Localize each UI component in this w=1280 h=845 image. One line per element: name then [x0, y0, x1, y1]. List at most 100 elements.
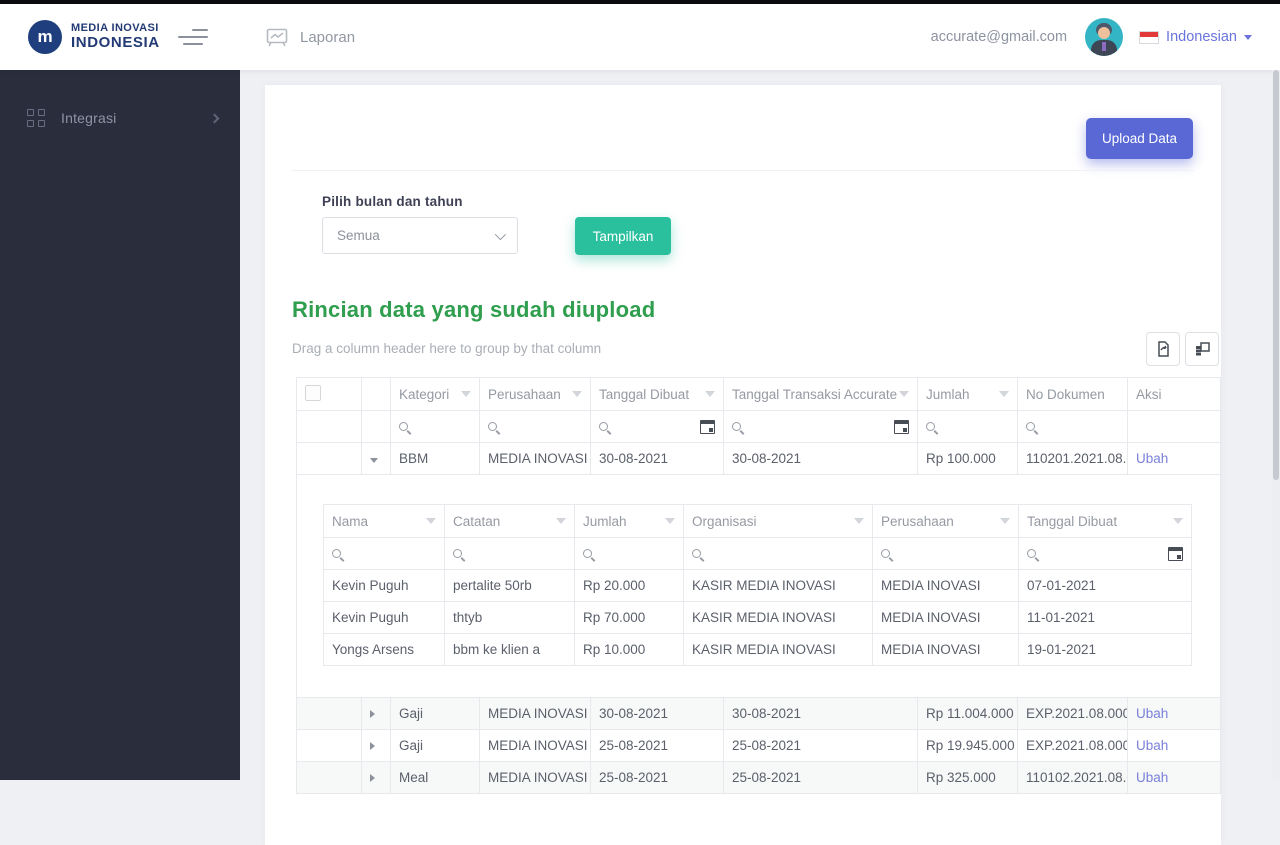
expand-row-cell[interactable] — [361, 729, 391, 762]
app-header: m MEDIA INOVASI INDONESIA Laporan accura… — [0, 4, 1280, 70]
row-select-cell[interactable] — [296, 442, 362, 475]
calendar-icon[interactable] — [894, 419, 909, 434]
col-jumlah[interactable]: Jumlah — [917, 377, 1018, 411]
col-perusahaan[interactable]: Perusahaan — [872, 504, 1019, 538]
tampilkan-button[interactable]: Tampilkan — [575, 217, 671, 255]
ubah-link[interactable]: Ubah — [1136, 451, 1168, 466]
search-icon[interactable] — [926, 422, 935, 431]
col-nama[interactable]: Nama — [323, 504, 445, 538]
detail-table-row[interactable]: Yongs Arsens bbm ke klien a Rp 10.000 KA… — [323, 633, 1192, 666]
chevron-down-icon[interactable] — [1244, 34, 1252, 40]
header-filter-icon[interactable] — [426, 518, 436, 524]
page-scrollbar-thumb[interactable] — [1273, 70, 1279, 480]
search-icon[interactable] — [1026, 422, 1035, 431]
report-board-icon — [266, 28, 288, 46]
content-card: Upload Data Pilih bulan dan tahun Semua … — [265, 85, 1221, 845]
header-filter-icon[interactable] — [461, 391, 471, 397]
collapse-row-cell[interactable] — [361, 442, 391, 475]
search-icon[interactable] — [881, 549, 890, 558]
filter-catatan[interactable] — [444, 537, 575, 570]
col-no-dokumen[interactable]: No Dokumen — [1017, 377, 1128, 411]
filter-tanggal-dibuat[interactable] — [1018, 537, 1192, 570]
group-panel-hint: Drag a column header here to group by th… — [292, 341, 602, 356]
filter-nama[interactable] — [323, 537, 445, 570]
filter-organisasi[interactable] — [683, 537, 873, 570]
filter-jumlah[interactable] — [917, 410, 1018, 443]
detail-table-row[interactable]: Kevin Puguh thtyb Rp 70.000 KASIR MEDIA … — [323, 601, 1192, 634]
calendar-icon[interactable] — [1168, 546, 1183, 561]
table-row[interactable]: Meal MEDIA INOVASI 25-08-2021 25-08-2021… — [296, 761, 1221, 794]
expand-row-cell[interactable] — [361, 697, 391, 730]
detail-row: Nama Catatan Jumlah Organisasi Perusahaa… — [296, 474, 1221, 698]
menu-toggle-icon[interactable] — [177, 27, 208, 47]
filter-cell-empty — [361, 410, 391, 443]
collapse-icon[interactable] — [370, 458, 378, 463]
calendar-icon[interactable] — [700, 419, 715, 434]
brand-logo-icon: m — [28, 20, 62, 54]
user-avatar[interactable] — [1085, 18, 1124, 56]
table-row[interactable]: Gaji MEDIA INOVASI 25-08-2021 25-08-2021… — [296, 729, 1221, 762]
language-selector[interactable]: Indonesian — [1166, 29, 1237, 45]
filter-perusahaan[interactable] — [872, 537, 1019, 570]
header-filter-icon[interactable] — [899, 391, 909, 397]
header-filter-icon[interactable] — [556, 518, 566, 524]
row-select-cell[interactable] — [296, 761, 362, 794]
ubah-link[interactable]: Ubah — [1136, 770, 1168, 785]
ubah-link[interactable]: Ubah — [1136, 706, 1168, 721]
search-icon[interactable] — [399, 422, 408, 431]
search-icon[interactable] — [453, 549, 462, 558]
expand-row-cell[interactable] — [361, 761, 391, 794]
chevron-right-icon — [209, 113, 220, 123]
brand-name: MEDIA INOVASI INDONESIA — [71, 23, 160, 50]
search-icon[interactable] — [732, 422, 741, 431]
header-filter-icon[interactable] — [999, 391, 1009, 397]
select-all-cell[interactable] — [296, 377, 362, 411]
detail-data-grid: Nama Catatan Jumlah Organisasi Perusahaa… — [323, 504, 1192, 666]
upload-data-button[interactable]: Upload Data — [1086, 118, 1193, 159]
select-all-checkbox[interactable] — [305, 384, 321, 401]
ubah-link[interactable]: Ubah — [1136, 738, 1168, 753]
table-row[interactable]: Gaji MEDIA INOVASI 30-08-2021 30-08-2021… — [296, 697, 1221, 730]
header-filter-icon[interactable] — [1000, 518, 1010, 524]
search-icon[interactable] — [692, 549, 701, 558]
filter-tanggal-transaksi[interactable] — [723, 410, 918, 443]
row-select-cell[interactable] — [296, 697, 362, 730]
page-scrollbar[interactable] — [1272, 70, 1280, 780]
col-tanggal-dibuat[interactable]: Tanggal Dibuat — [1018, 504, 1192, 538]
table-row[interactable]: BBM MEDIA INOVASI 30-08-2021 30-08-2021 … — [296, 442, 1221, 475]
search-icon[interactable] — [488, 422, 497, 431]
search-icon[interactable] — [1027, 549, 1036, 558]
col-tanggal-dibuat[interactable]: Tanggal Dibuat — [590, 377, 724, 411]
search-icon[interactable] — [599, 422, 608, 431]
col-jumlah[interactable]: Jumlah — [574, 504, 684, 538]
header-filter-icon[interactable] — [1173, 518, 1183, 524]
month-filter-label: Pilih bulan dan tahun — [322, 194, 463, 209]
row-select-cell[interactable] — [296, 729, 362, 762]
header-filter-icon[interactable] — [705, 391, 715, 397]
filter-no-dokumen[interactable] — [1017, 410, 1128, 443]
filter-tanggal-dibuat[interactable] — [590, 410, 724, 443]
header-filter-icon[interactable] — [572, 391, 582, 397]
sidebar-item-integrasi[interactable]: Integrasi — [0, 96, 240, 140]
filter-jumlah[interactable] — [574, 537, 684, 570]
expand-icon[interactable] — [370, 774, 375, 782]
column-chooser-button[interactable] — [1185, 332, 1219, 366]
filter-kategori[interactable] — [390, 410, 480, 443]
expand-icon[interactable] — [370, 710, 375, 718]
export-button[interactable] — [1146, 332, 1180, 366]
filter-aksi — [1127, 410, 1221, 443]
header-filter-icon[interactable] — [854, 518, 864, 524]
search-icon[interactable] — [583, 549, 592, 558]
col-kategori[interactable]: Kategori — [390, 377, 480, 411]
month-select[interactable]: Semua — [322, 217, 518, 254]
expand-icon[interactable] — [370, 742, 375, 750]
col-perusahaan[interactable]: Perusahaan — [479, 377, 591, 411]
detail-header-row: Nama Catatan Jumlah Organisasi Perusahaa… — [323, 504, 1192, 538]
col-organisasi[interactable]: Organisasi — [683, 504, 873, 538]
col-catatan[interactable]: Catatan — [444, 504, 575, 538]
filter-perusahaan[interactable] — [479, 410, 591, 443]
search-icon[interactable] — [332, 549, 341, 558]
detail-table-row[interactable]: Kevin Puguh pertalite 50rb Rp 20.000 KAS… — [323, 569, 1192, 602]
header-filter-icon[interactable] — [665, 518, 675, 524]
col-tanggal-transaksi[interactable]: Tanggal Transaksi Accurate — [723, 377, 918, 411]
